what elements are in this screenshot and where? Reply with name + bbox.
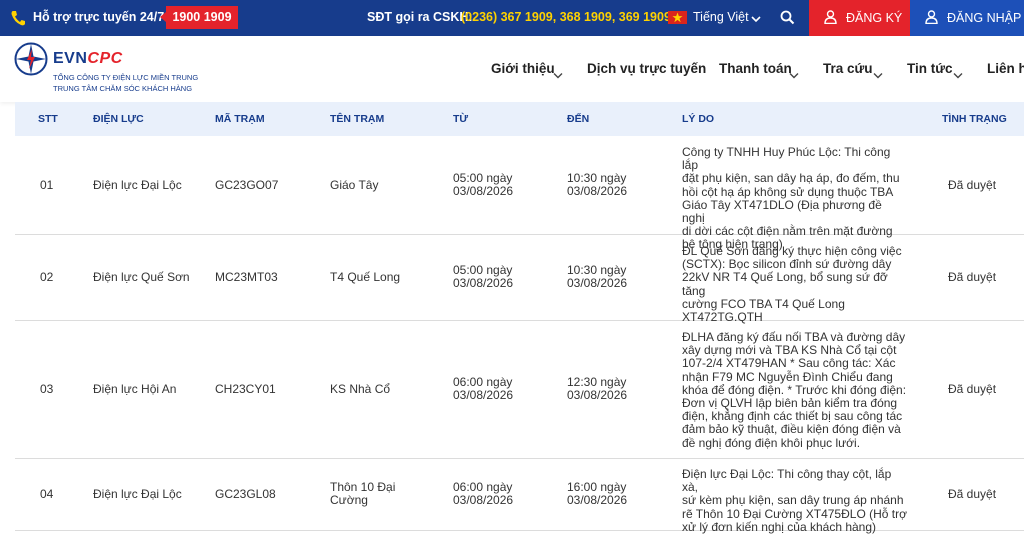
column-header-dien-luc: ĐIỆN LỰC bbox=[93, 113, 144, 125]
cell-dien-luc: Điện lực Đại Lộc bbox=[93, 178, 182, 192]
reason-line: sứ kèm phụ kiện, san dây trung áp nhánh bbox=[682, 493, 904, 508]
chevron-down-icon[interactable] bbox=[751, 12, 761, 26]
reason-line: đảm bảo kỹ thuật, điều kiện đóng điện và bbox=[682, 422, 901, 437]
reason-line: nhận F79 MC Nguyễn Đình Chiểu đang bbox=[682, 369, 893, 384]
nav-tra-cuu[interactable]: Tra cứu bbox=[823, 61, 873, 76]
column-header-tinh-trang: TÌNH TRẠNG bbox=[942, 113, 1007, 125]
cell-tu-date: 03/08/2026 bbox=[453, 388, 514, 402]
cell-tu: 06:00 ngày 03/08/2026 bbox=[453, 376, 513, 402]
nav-dich-vu-truc-tuyen[interactable]: Dịch vụ trực tuyến bbox=[587, 61, 706, 76]
logo-subtitle-1: TỔNG CÔNG TY ĐIỆN LỰC MIỀN TRUNG bbox=[53, 73, 199, 82]
column-header-ly-do: LÝ DO bbox=[682, 113, 715, 125]
table-row: 02 Điện lực Quế Sơn MC23MT03 T4 Quế Long… bbox=[15, 235, 1024, 324]
cell-ten-tram: Giáo Tây bbox=[330, 178, 379, 192]
cell-ma-tram: GC23GL08 bbox=[215, 487, 276, 501]
register-label: ĐĂNG KÝ bbox=[846, 11, 903, 25]
cell-ten-tram: Thôn 10 Đại Cường bbox=[330, 481, 395, 507]
cell-tinh-trang: Đã duyệt bbox=[948, 382, 997, 396]
evn-logo-icon[interactable] bbox=[14, 42, 48, 76]
user-icon bbox=[925, 10, 938, 27]
reason-line: 22kV NR T4 Quế Long, bổ sung sứ đỡ tăng bbox=[682, 270, 888, 298]
reason-line: Công ty TNHH Huy Phúc Lộc: Thi công lắp bbox=[682, 145, 891, 173]
nav-gioi-thieu[interactable]: Giới thiệu bbox=[491, 61, 555, 76]
hotline-number[interactable]: 1900 1909 bbox=[160, 6, 238, 29]
reason-line: 107-2/4 XT479HAN * Sau công tác: Xác bbox=[682, 356, 896, 371]
table-row: 04 Điện lực Đại Lộc GC23GL08 Thôn 10 Đại… bbox=[15, 459, 1024, 534]
register-button[interactable]: ĐĂNG KÝ bbox=[809, 0, 910, 36]
cell-stt: 04 bbox=[40, 487, 54, 501]
column-header-ma-tram: MÃ TRẠM bbox=[215, 113, 265, 125]
reason-line: Điện lực Đại Lộc: Thi công thay cột, lắp… bbox=[682, 467, 892, 495]
table-header: STT ĐIỆN LỰC MÃ TRẠM TÊN TRẠM TỪ ĐẾN LÝ … bbox=[15, 102, 1024, 136]
top-bar: Hỗ trợ trực tuyến 24/7: 1900 1909 SĐT gọ… bbox=[0, 0, 1024, 36]
cell-tinh-trang: Đã duyệt bbox=[948, 178, 997, 192]
login-button[interactable]: ĐĂNG NHẬP bbox=[910, 0, 1024, 36]
nav-lien-he[interactable]: Liên hệ bbox=[987, 61, 1024, 76]
column-header-stt: STT bbox=[38, 113, 58, 125]
user-icon bbox=[824, 10, 837, 27]
cell-tu: 06:00 ngày 03/08/2026 bbox=[453, 481, 513, 507]
nav-tin-tuc[interactable]: Tin tức bbox=[907, 61, 953, 76]
cell-dien-luc: Điện lực Đại Lộc bbox=[93, 487, 182, 501]
logo-evn: EVN bbox=[53, 50, 88, 67]
vietnam-flag-icon[interactable] bbox=[668, 11, 687, 24]
column-header-tu: TỪ bbox=[453, 113, 469, 125]
chevron-down-icon[interactable] bbox=[873, 66, 883, 84]
cell-ma-tram: GC23GO07 bbox=[215, 178, 279, 192]
reason-line: Giáo Tây XT471DLO (Địa phương đề nghị bbox=[682, 197, 882, 226]
login-label: ĐĂNG NHẬP bbox=[947, 11, 1022, 25]
cell-stt: 03 bbox=[40, 382, 54, 396]
cell-stt: 02 bbox=[40, 270, 54, 284]
cell-den-date: 03/08/2026 bbox=[567, 493, 628, 507]
cell-tu-date: 03/08/2026 bbox=[453, 184, 514, 198]
reason-line: đề nghị đóng điện khôi phục lưới. bbox=[682, 435, 861, 450]
column-header-den: ĐẾN bbox=[567, 113, 590, 125]
search-icon[interactable] bbox=[780, 10, 795, 28]
cell-tinh-trang: Đã duyệt bbox=[948, 270, 997, 284]
chevron-down-icon[interactable] bbox=[953, 66, 963, 84]
cell-den: 10:30 ngày 03/08/2026 bbox=[567, 172, 627, 198]
cell-den-date: 03/08/2026 bbox=[567, 276, 628, 290]
site-header: EVNCPC TỔNG CÔNG TY ĐIỆN LỰC MIỀN TRUNG … bbox=[0, 36, 1024, 102]
nav-thanh-toan[interactable]: Thanh toán bbox=[719, 61, 792, 76]
cell-tinh-trang: Đã duyệt bbox=[948, 487, 997, 501]
chevron-down-icon[interactable] bbox=[789, 66, 799, 84]
cskh-numbers[interactable]: (0236) 367 1909, 368 1909, 369 1909 bbox=[461, 10, 671, 24]
cell-den: 10:30 ngày 03/08/2026 bbox=[567, 264, 627, 290]
cell-tu: 05:00 ngày 03/08/2026 bbox=[453, 172, 513, 198]
cell-den-date: 03/08/2026 bbox=[567, 184, 628, 198]
hotline-label: Hỗ trợ trực tuyến 24/7: bbox=[33, 10, 169, 24]
logo-cpc: CPC bbox=[87, 50, 123, 67]
cell-stt: 01 bbox=[40, 178, 54, 192]
chevron-down-icon[interactable] bbox=[553, 66, 563, 84]
cell-ly-do: Điện lực Đại Lộc: Thi công thay cột, lắp… bbox=[682, 467, 907, 534]
logo-text[interactable]: EVNCPC bbox=[53, 50, 123, 68]
cell-dien-luc: Điện lực Quế Sơn bbox=[93, 270, 190, 284]
cell-den: 16:00 ngày 03/08/2026 bbox=[567, 481, 627, 507]
logo-subtitle-2: TRUNG TÂM CHĂM SÓC KHÁCH HÀNG bbox=[53, 84, 193, 93]
cell-ten-tram: T4 Quế Long bbox=[330, 270, 401, 284]
cell-tu-date: 03/08/2026 bbox=[453, 276, 514, 290]
cell-ma-tram: CH23CY01 bbox=[215, 382, 276, 396]
cell-den: 12:30 ngày 03/08/2026 bbox=[567, 376, 627, 402]
cell-ten-tram-line: Cường bbox=[330, 493, 368, 507]
cell-tu: 05:00 ngày 03/08/2026 bbox=[453, 264, 513, 290]
reason-line: rẽ Thôn 10 Đại Cường XT475ĐLO (Hỗ trợ bbox=[682, 506, 907, 521]
cell-dien-luc: Điện lực Hội An bbox=[93, 382, 177, 396]
table-row: 03 Điện lực Hội An CH23CY01 KS Nhà Cổ 06… bbox=[15, 321, 1024, 459]
cell-den-date: 03/08/2026 bbox=[567, 388, 628, 402]
cell-ma-tram: MC23MT03 bbox=[215, 270, 278, 284]
column-header-ten-tram: TÊN TRẠM bbox=[330, 113, 385, 125]
table-row: 01 Điện lực Đại Lộc GC23GO07 Giáo Tây 05… bbox=[15, 136, 1024, 251]
cell-ly-do: ĐL Quế Sơn đăng ký thực hiện công việc (… bbox=[682, 244, 907, 324]
cell-ten-tram: KS Nhà Cổ bbox=[330, 382, 391, 396]
reason-line: xử lý đơn kiến nghị của khách hàng) bbox=[682, 519, 877, 534]
cskh-label: SĐT gọi ra CSKH: bbox=[367, 10, 473, 24]
reason-line: hồi cột hạ áp không sử dụng thuộc TBA bbox=[682, 184, 894, 199]
reason-line: đặt phụ kiện, san dây hạ áp, đo đếm, thu bbox=[682, 171, 900, 186]
language-selector[interactable]: Tiếng Việt bbox=[693, 10, 749, 24]
cell-tu-date: 03/08/2026 bbox=[453, 493, 514, 507]
cell-ly-do: ĐLHA đăng ký đấu nối TBA và đường dây xâ… bbox=[682, 330, 907, 450]
phone-icon bbox=[10, 9, 26, 27]
